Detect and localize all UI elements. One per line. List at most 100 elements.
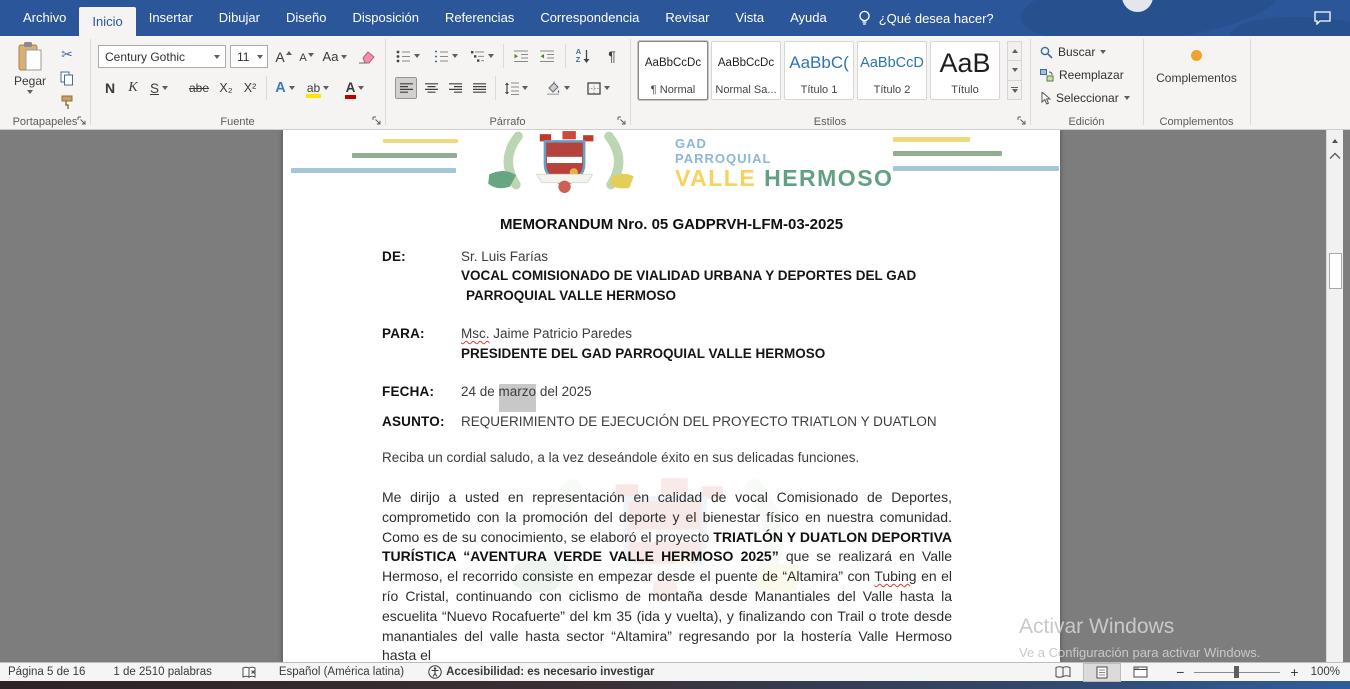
- proofing-status[interactable]: [242, 666, 257, 679]
- ribbon: Pegar ✂ Portapapeles Century Gothic 11 A…: [0, 36, 1350, 130]
- change-case-button[interactable]: Aa: [320, 45, 350, 68]
- align-right-button[interactable]: [444, 77, 466, 99]
- text-effects-button[interactable]: A: [271, 77, 299, 99]
- print-layout-button[interactable]: [1083, 663, 1121, 682]
- memo-title[interactable]: MEMORANDUM Nro. 05 GADPRVH-LFM-03-2025: [283, 216, 1060, 233]
- zoom-in-button[interactable]: +: [1290, 664, 1298, 680]
- zoom-slider[interactable]: [1194, 666, 1280, 678]
- salutation-line[interactable]: Reciba un cordial saludo, a la vez deseá…: [382, 450, 859, 465]
- borders-button[interactable]: [581, 77, 615, 99]
- show-marks-button[interactable]: ¶: [601, 45, 623, 67]
- addins-button[interactable]: Complementos: [1154, 46, 1239, 85]
- tab-diseno[interactable]: Diseño: [273, 0, 339, 36]
- cut-button[interactable]: ✂: [56, 44, 78, 64]
- asunto-value[interactable]: REQUERIMIENTO DE EJECUCIÓN DEL PROYECTO …: [461, 414, 937, 429]
- selected-word[interactable]: marzo: [499, 384, 537, 399]
- line-spacing-button[interactable]: [501, 77, 531, 99]
- windows-activation-watermark: Activar Windows Ve a Configuración para …: [1019, 615, 1260, 660]
- shading-button[interactable]: [541, 77, 573, 99]
- italic-button[interactable]: K: [124, 77, 142, 99]
- document-page[interactable]: GAD PARROQUIAL VALLE HERMOSO MEMORANDUM …: [283, 130, 1060, 662]
- tab-disposicion[interactable]: Disposición: [339, 0, 431, 36]
- paste-button[interactable]: Pegar: [8, 42, 52, 94]
- body-paragraph[interactable]: Me dirijo a usted en representación en c…: [382, 488, 952, 662]
- format-painter-icon: [60, 95, 74, 110]
- tab-ayuda[interactable]: Ayuda: [777, 0, 840, 36]
- tab-inicio[interactable]: Inicio: [79, 7, 135, 36]
- word-count[interactable]: 1 de 2510 palabras: [113, 666, 211, 678]
- asunto-label[interactable]: ASUNTO:: [382, 414, 445, 429]
- gad-crest-logo: [481, 131, 646, 193]
- style-titulo2[interactable]: AaBbCcDTítulo 2: [857, 41, 927, 100]
- increase-indent-button[interactable]: [535, 45, 559, 67]
- tab-vista[interactable]: Vista: [722, 0, 777, 36]
- tab-referencias[interactable]: Referencias: [432, 0, 527, 36]
- paragraph-dialog-launcher[interactable]: [616, 115, 627, 126]
- tab-archivo[interactable]: Archivo: [10, 0, 79, 36]
- de-label[interactable]: DE:: [382, 249, 406, 264]
- copy-button[interactable]: [56, 68, 78, 88]
- grow-font-button[interactable]: A: [272, 45, 295, 68]
- tell-me-box[interactable]: ¿Qué desea hacer?: [858, 0, 994, 36]
- clear-formatting-button[interactable]: [354, 45, 378, 68]
- style-normal[interactable]: AaBbCcDc¶ Normal: [638, 41, 708, 100]
- tab-insertar[interactable]: Insertar: [136, 0, 206, 36]
- de-role-line1[interactable]: VOCAL COMISIONADO DE VIALIDAD URBANA Y D…: [461, 268, 916, 283]
- subscript-button[interactable]: X₂: [214, 77, 238, 99]
- style-titulo[interactable]: AaBTítulo: [930, 41, 1000, 100]
- sort-button[interactable]: AZ: [570, 45, 596, 67]
- justify-button[interactable]: [468, 77, 490, 99]
- superscript-button[interactable]: X²: [238, 77, 262, 99]
- align-center-button[interactable]: [420, 77, 442, 99]
- find-button[interactable]: Buscar: [1040, 45, 1106, 59]
- format-painter-button[interactable]: [56, 92, 78, 112]
- decrease-indent-button[interactable]: [509, 45, 533, 67]
- para-value[interactable]: Msc. Jaime Patricio Paredes: [461, 326, 632, 341]
- replace-button[interactable]: Reemplazar: [1040, 68, 1124, 82]
- scroll-up-button[interactable]: [1327, 133, 1343, 149]
- underline-button[interactable]: S: [145, 77, 173, 99]
- shrink-font-button[interactable]: A: [296, 47, 317, 68]
- align-left-button[interactable]: [395, 77, 417, 99]
- page-indicator[interactable]: Página 5 de 16: [8, 666, 85, 678]
- styles-dialog-launcher[interactable]: [1016, 115, 1027, 126]
- style-normal-sa[interactable]: AaBbCcDcNormal Sa...: [711, 41, 781, 100]
- comments-icon[interactable]: [1314, 11, 1331, 25]
- numbering-button[interactable]: [431, 45, 461, 67]
- font-size-select[interactable]: 11: [230, 45, 268, 68]
- language-indicator[interactable]: Español (América latina): [279, 666, 404, 678]
- bold-button[interactable]: N: [100, 77, 120, 99]
- tab-correspondencia[interactable]: Correspondencia: [527, 0, 652, 36]
- font-name-select[interactable]: Century Gothic: [98, 45, 226, 68]
- style-titulo1[interactable]: AaBbC(Título 1: [784, 41, 854, 100]
- para-label[interactable]: PARA:: [382, 326, 425, 341]
- tab-revisar[interactable]: Revisar: [652, 0, 722, 36]
- accessibility-status[interactable]: Accesibilidad: es necesario investigar: [428, 665, 654, 679]
- styles-more-button[interactable]: [1008, 80, 1021, 99]
- highlight-color-button[interactable]: ab: [302, 77, 334, 99]
- zoom-out-button[interactable]: −: [1176, 664, 1184, 680]
- fecha-value[interactable]: 24 de marzo del 2025: [461, 384, 592, 399]
- collapse-ribbon-button[interactable]: [1329, 152, 1341, 160]
- vertical-scrollbar[interactable]: [1326, 130, 1343, 662]
- font-color-button[interactable]: A: [340, 77, 370, 99]
- zoom-slider-handle[interactable]: [1234, 666, 1239, 678]
- para-role-line[interactable]: PRESIDENTE DEL GAD PARROQUIAL VALLE HERM…: [461, 346, 825, 361]
- scrollbar-thumb[interactable]: [1329, 253, 1342, 289]
- select-button[interactable]: Seleccionar: [1040, 91, 1130, 105]
- tab-dibujar[interactable]: Dibujar: [206, 0, 273, 36]
- styles-scroll-up-button[interactable]: [1008, 42, 1021, 60]
- addins-button-label: Complementos: [1156, 71, 1237, 85]
- clipboard-dialog-launcher[interactable]: [76, 115, 87, 126]
- de-role-line2[interactable]: PARROQUIAL VALLE HERMOSO: [466, 288, 676, 303]
- multilevel-list-button[interactable]: [467, 45, 497, 67]
- bullets-button[interactable]: [393, 45, 423, 67]
- de-value[interactable]: Sr. Luis Farías: [461, 249, 548, 264]
- strikethrough-button[interactable]: abe: [185, 77, 213, 99]
- styles-scroll-down-button[interactable]: [1008, 60, 1021, 79]
- read-mode-button[interactable]: [1043, 664, 1083, 680]
- zoom-level[interactable]: 100%: [1311, 666, 1340, 678]
- web-layout-button[interactable]: [1121, 664, 1160, 680]
- font-dialog-launcher[interactable]: [371, 115, 382, 126]
- fecha-label[interactable]: FECHA:: [382, 384, 434, 399]
